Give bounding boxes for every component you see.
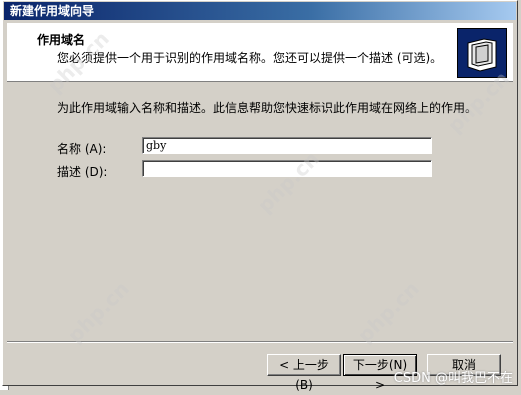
name-label: 名称 (A):: [57, 142, 107, 156]
name-field[interactable]: gby: [142, 137, 432, 154]
button-separator: [7, 341, 513, 343]
header-description: 您必须提供一个用于识别的作用域名称。您还可以提供一个描述 (可选)。: [57, 51, 443, 65]
footer-watermark: CSDN @叫我巴不在: [393, 371, 513, 386]
folders-icon: [457, 28, 507, 78]
description-label: 描述 (D):: [57, 165, 108, 179]
new-scope-wizard-dialog: 新建作用域向导 作用域名 您必须提供一个用于识别的作用域名称。您还可以提供一个描…: [2, 0, 518, 392]
back-button[interactable]: < 上一步(B): [267, 354, 341, 392]
description-field[interactable]: [142, 160, 432, 177]
header-title: 作用域名: [37, 33, 86, 47]
instructions-text: 为此作用域输入名称和描述。此信息帮助您快速标识此作用域在网络上的作用。: [57, 101, 478, 115]
wizard-header: 作用域名 您必须提供一个用于识别的作用域名称。您还可以提供一个描述 (可选)。: [7, 23, 513, 82]
window-title: 新建作用域向导: [4, 2, 516, 20]
